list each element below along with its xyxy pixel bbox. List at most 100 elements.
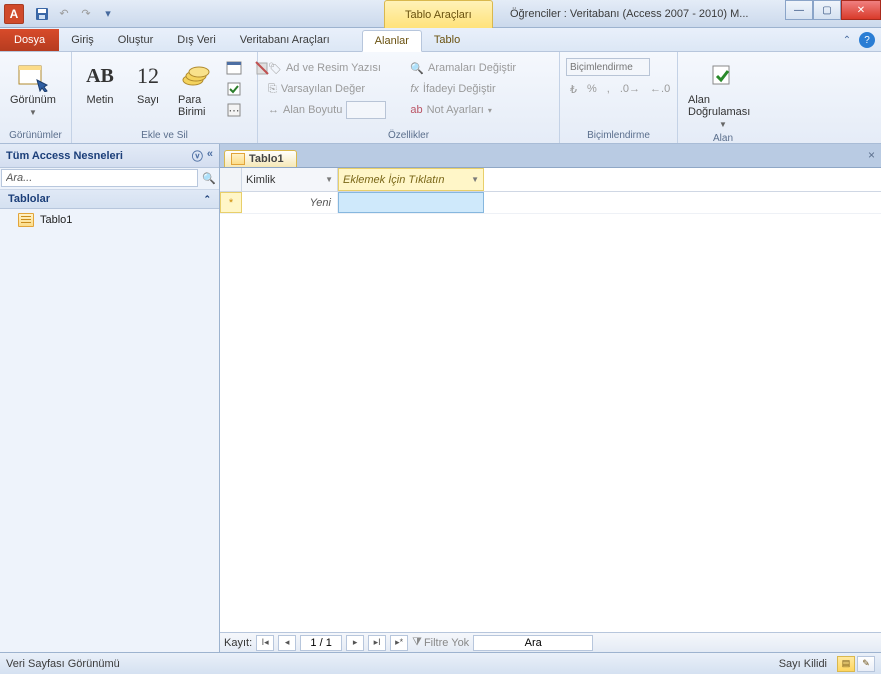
maximize-button[interactable]: ▢ — [813, 0, 841, 20]
datasheet: Kimlik ▼ Eklemek İçin Tıklatın ▼ * Yeni — [220, 168, 881, 632]
first-record-button[interactable]: I◂ — [256, 635, 274, 651]
new-record-indicator-icon[interactable]: * — [220, 192, 242, 213]
name-caption-button[interactable]: 🏷 Ad ve Resim Yazısı — [264, 58, 390, 78]
help-icon[interactable]: ? — [859, 32, 875, 48]
nav-search: 🔍 — [0, 168, 219, 190]
percent-format-icon[interactable]: % — [583, 79, 601, 99]
increase-decimal-icon[interactable]: .0→ — [616, 79, 644, 99]
view-button-label: Görünüm — [10, 94, 56, 106]
file-tab[interactable]: Dosya — [0, 29, 59, 51]
status-numlock: Sayı Kilidi — [779, 658, 827, 670]
cell-add-new[interactable] — [338, 192, 484, 213]
save-icon[interactable] — [32, 4, 52, 24]
field-size-button[interactable]: ↔Alan Boyutu — [264, 100, 390, 120]
table-icon — [231, 153, 245, 165]
more-fields-button[interactable]: ⋯ — [222, 100, 246, 120]
view-icon — [17, 60, 49, 92]
quick-access-toolbar: ↶ ↷ ▾ — [32, 4, 118, 24]
tab-home[interactable]: Giriş — [59, 29, 106, 51]
tab-create[interactable]: Oluştur — [106, 29, 165, 51]
window-title: Öğrenciler : Veritabanı (Access 2007 - 2… — [510, 0, 748, 28]
cell-id-new[interactable]: Yeni — [242, 192, 338, 213]
datasheet-header-row: Kimlik ▼ Eklemek İçin Tıklatın ▼ — [220, 168, 881, 192]
modify-lookups-button[interactable]: 🔍Aramaları Değiştir — [406, 58, 520, 78]
format-combo[interactable] — [566, 58, 650, 76]
nav-search-input[interactable] — [1, 169, 198, 187]
qat-dropdown-icon[interactable]: ▾ — [98, 4, 118, 24]
chevron-down-icon: ▼ — [719, 120, 727, 129]
last-record-button[interactable]: ▸I — [368, 635, 386, 651]
nav-group-tables[interactable]: Tablolar ⌃ — [0, 190, 219, 209]
column-dropdown-icon[interactable]: ▼ — [471, 175, 479, 184]
decrease-decimal-icon[interactable]: ←.0 — [646, 79, 674, 99]
nav-item-tablo1[interactable]: Tablo1 — [0, 209, 219, 231]
number-field-button[interactable]: 12 Sayı — [126, 58, 170, 108]
svg-text:⋯: ⋯ — [229, 105, 240, 117]
new-record-button[interactable]: ▸* — [390, 635, 408, 651]
nav-dropdown-icon[interactable]: ⓥ — [192, 148, 203, 164]
redo-icon[interactable]: ↷ — [76, 4, 96, 24]
search-icon[interactable]: 🔍 — [199, 168, 219, 189]
group-add-remove-label: Ekle ve Sil — [78, 128, 251, 143]
document-tab-tablo1[interactable]: Tablo1 — [224, 150, 297, 167]
close-document-icon[interactable]: × — [868, 148, 875, 162]
default-value-button[interactable]: ⎘Varsayılan Değer — [264, 79, 390, 99]
filter-indicator[interactable]: ⧩Filtre Yok — [412, 636, 469, 649]
ribbon-minimize-icon[interactable]: ⌃ — [839, 32, 855, 48]
name-caption-label: Ad ve Resim Yazısı — [286, 62, 381, 74]
contextual-tab-header: Tablo Araçları — [384, 0, 493, 28]
next-record-button[interactable]: ▸ — [346, 635, 364, 651]
field-validation-button[interactable]: Alan Doğrulaması ▼ — [684, 58, 762, 131]
tag-icon: 🏷 — [268, 62, 282, 75]
design-view-button[interactable]: ✎ — [857, 656, 875, 672]
chevron-down-icon: ▼ — [29, 108, 37, 117]
validation-icon — [707, 60, 739, 92]
field-size-input[interactable] — [346, 101, 386, 119]
column-header-id[interactable]: Kimlik ▼ — [242, 168, 338, 191]
app-icon: A — [4, 4, 24, 24]
view-button[interactable]: Görünüm ▼ — [6, 58, 60, 119]
column-dropdown-icon[interactable]: ▼ — [325, 175, 333, 184]
text-icon: AB — [84, 60, 116, 92]
nav-item-label: Tablo1 — [40, 214, 72, 226]
tab-fields[interactable]: Alanlar — [362, 30, 422, 52]
datetime-button[interactable] — [222, 58, 246, 78]
tab-database-tools[interactable]: Veritabanı Araçları — [228, 29, 342, 51]
record-position-input[interactable] — [300, 635, 342, 651]
group-properties-label: Özellikler — [264, 128, 553, 143]
document-tab-label: Tablo1 — [249, 153, 284, 165]
nav-header[interactable]: Tüm Access Nesneleri ⓥ « — [0, 144, 219, 168]
memo-icon: ab — [410, 104, 422, 116]
view-switcher: ▤ ✎ — [837, 656, 875, 672]
field-validation-label: Alan Doğrulaması — [688, 94, 758, 118]
collapse-group-icon[interactable]: ⌃ — [203, 194, 211, 205]
datasheet-view-button[interactable]: ▤ — [837, 656, 855, 672]
comma-format-icon[interactable]: , — [603, 79, 614, 99]
group-add-remove: AB Metin 12 Sayı Para Birimi ⋯ Ekle ve S… — [72, 52, 258, 143]
field-size-label: Alan Boyutu — [283, 104, 342, 116]
tab-external-data[interactable]: Dış Veri — [165, 29, 228, 51]
number-field-label: Sayı — [137, 94, 159, 106]
prev-record-button[interactable]: ◂ — [278, 635, 296, 651]
yesno-button[interactable] — [222, 79, 246, 99]
modify-expression-button[interactable]: fxİfadeyi Değiştir — [406, 79, 520, 99]
currency-format-icon[interactable]: ₺ — [566, 79, 581, 99]
column-header-id-label: Kimlik — [246, 174, 275, 186]
select-all-cell[interactable] — [220, 168, 242, 191]
tab-table[interactable]: Tablo — [422, 29, 472, 51]
memo-settings-button[interactable]: abNot Ayarları ▾ — [406, 100, 520, 120]
table-icon — [18, 213, 34, 227]
group-validation: Alan Doğrulaması ▼ Alan Doğrulaması — [678, 52, 768, 143]
nav-group-label: Tablolar — [8, 193, 50, 205]
undo-icon[interactable]: ↶ — [54, 4, 74, 24]
close-button[interactable]: ✕ — [841, 0, 881, 20]
currency-field-button[interactable]: Para Birimi — [174, 58, 218, 120]
record-search-input[interactable] — [473, 635, 593, 651]
column-header-add[interactable]: Eklemek İçin Tıklatın ▼ — [338, 168, 484, 191]
lookup-icon: 🔍 — [410, 62, 424, 75]
nav-collapse-icon[interactable]: « — [207, 148, 213, 164]
minimize-button[interactable]: — — [785, 0, 813, 20]
text-field-button[interactable]: AB Metin — [78, 58, 122, 108]
contextual-tab-title: Tablo Araçları — [384, 0, 493, 28]
ribbon: Görünüm ▼ Görünümler AB Metin 12 Sayı Pa… — [0, 52, 881, 144]
